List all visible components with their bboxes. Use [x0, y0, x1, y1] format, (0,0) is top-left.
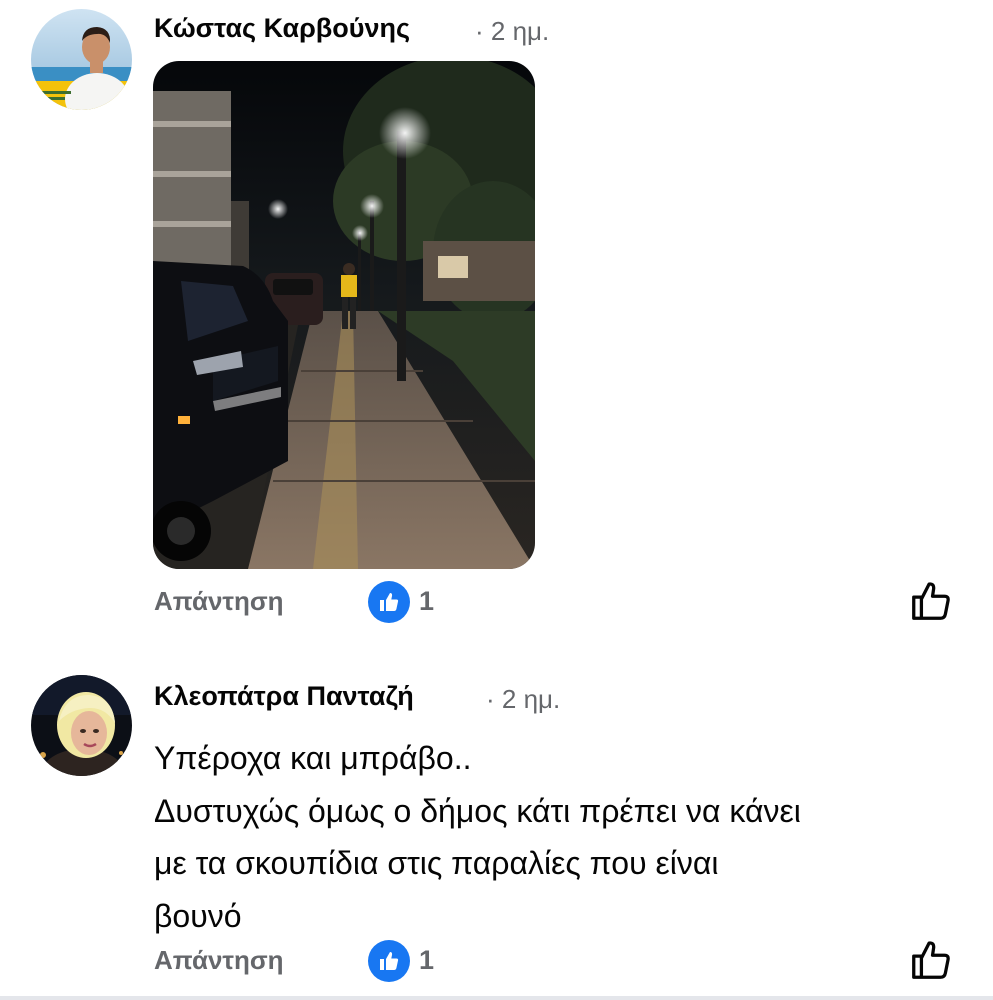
comment-timestamp[interactable]: · 2 ημ. [475, 16, 549, 47]
comment-text-line: Δυστυχώς όμως ο δήμος κάτι πρέπει να κάν… [154, 792, 801, 829]
like-button[interactable] [908, 578, 954, 624]
reply-button[interactable]: Απάντηση [154, 586, 284, 617]
comment-author-name[interactable]: Κώστας Καρβούνης [154, 13, 410, 44]
avatar[interactable] [31, 9, 132, 110]
comment-timestamp[interactable]: · 2 ημ. [486, 684, 560, 715]
comment-text-line: Υπέροχα και μπράβο.. [154, 740, 472, 776]
like-reaction-badge[interactable] [368, 581, 410, 623]
time-label: 2 ημ. [490, 16, 550, 46]
reply-button[interactable]: Απάντηση [154, 945, 284, 976]
thumbs-up-outline-icon [912, 941, 950, 979]
meta-separator: · [486, 684, 495, 714]
avatar[interactable] [31, 675, 132, 776]
comment-text-line: με τα σκουπίδια στις παραλίες που είναι [154, 845, 719, 881]
reaction-count[interactable]: 1 [419, 586, 434, 617]
meta-separator: · [475, 16, 484, 46]
like-icon [380, 593, 399, 611]
like-icon [380, 952, 399, 970]
thumbs-up-outline-icon [912, 582, 950, 620]
comment-text: Υπέροχα και μπράβο.. Δυστυχώς όμως ο δήμ… [154, 732, 964, 942]
reaction-count[interactable]: 1 [419, 945, 434, 976]
comment-photo-attachment[interactable] [153, 61, 535, 569]
divider [0, 996, 993, 1000]
time-label: 2 ημ. [501, 684, 561, 714]
comment-author-name[interactable]: Κλεοπάτρα Πανταζή [154, 681, 414, 712]
like-button[interactable] [908, 937, 954, 983]
like-reaction-badge[interactable] [368, 940, 410, 982]
comment-text-line: βουνό [154, 897, 242, 934]
